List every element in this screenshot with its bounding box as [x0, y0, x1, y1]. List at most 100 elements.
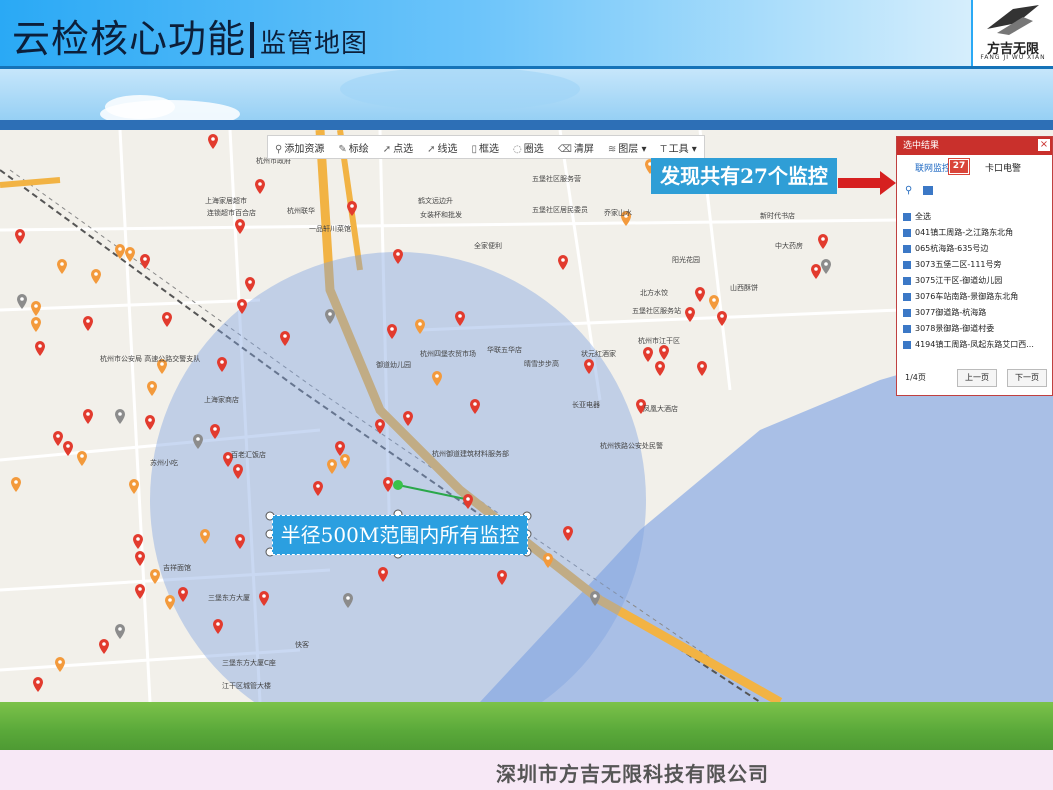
- panel-title: 选中结果: [903, 141, 940, 151]
- camera-marker-dot: [138, 587, 142, 591]
- camera-marker-dot: [38, 344, 42, 348]
- camera-marker-dot: [500, 573, 504, 577]
- surveillance-map[interactable]: 杭州市政府 上海家居超市 连锁超市百合店 杭州联华 一品轩川菜馆 鹤文远边升 女装杯和批发五…: [0, 130, 1053, 702]
- tab-checkpoint-cameras[interactable]: 卡口电警: [985, 161, 1021, 174]
- camera-marker-dot: [102, 642, 106, 646]
- camera-marker-icon[interactable]: [643, 347, 653, 362]
- camera-marker-icon[interactable]: [99, 639, 109, 654]
- camera-marker-icon[interactable]: [255, 179, 265, 194]
- camera-marker-icon[interactable]: [17, 294, 27, 309]
- map-toolbar: ⚲ 添加资源 ✎ 标绘 ➚ 点选 ➚ 线选 ▯ 框选 ◌ 圈选 ⌫ 清屏 ≋ 图层 ▾ T 工具 …: [267, 135, 705, 159]
- camera-marker-icon[interactable]: [347, 201, 357, 216]
- tool-clear-button[interactable]: ⌫ 清屏: [551, 140, 601, 155]
- camera-marker-icon[interactable]: [208, 134, 218, 149]
- camera-marker-dot: [346, 596, 350, 600]
- logo-mark-icon: [987, 5, 1039, 35]
- radius-annotation-label[interactable]: 半径500M范围内所有监控: [272, 515, 528, 555]
- camera-marker-icon[interactable]: [55, 657, 65, 672]
- camera-marker-icon[interactable]: [35, 341, 45, 356]
- camera-marker-icon[interactable]: [709, 295, 719, 310]
- camera-marker-dot: [196, 437, 200, 441]
- camera-marker-dot: [283, 334, 287, 338]
- map-place-label: 凤凰大酒店: [643, 404, 678, 413]
- slide-title-main: 云检核心功能: [12, 17, 247, 61]
- camera-marker-icon[interactable]: [695, 287, 705, 302]
- tab-networked-cameras[interactable]: 联网监控: [915, 161, 951, 174]
- checkbox-checked-icon: [903, 228, 911, 237]
- camera-marker-icon[interactable]: [655, 361, 665, 376]
- camera-marker-icon[interactable]: [30, 316, 42, 332]
- camera-marker-dot: [216, 622, 220, 626]
- camera-marker-icon[interactable]: [57, 259, 67, 274]
- list-item[interactable]: 3077御道路-杭海路: [903, 305, 1034, 321]
- prev-page-button[interactable]: 上一页: [957, 369, 997, 387]
- camera-marker-icon[interactable]: [145, 415, 155, 430]
- camera-marker-icon[interactable]: [140, 254, 150, 269]
- camera-marker-dot: [60, 262, 64, 266]
- camera-marker-icon[interactable]: [165, 595, 175, 610]
- camera-marker-icon[interactable]: [115, 244, 125, 259]
- camera-marker-icon[interactable]: [11, 477, 21, 492]
- camera-marker-dot: [712, 298, 716, 302]
- camera-marker-icon[interactable]: [76, 450, 87, 466]
- camera-marker-dot: [181, 590, 185, 594]
- camera-marker-icon[interactable]: [147, 381, 157, 396]
- search-radius-circle: [150, 252, 646, 702]
- camera-marker-icon[interactable]: [697, 361, 707, 376]
- camera-marker-icon[interactable]: [162, 312, 172, 327]
- list-item[interactable]: 3076车站南路-景御路东北角: [903, 289, 1034, 305]
- list-item[interactable]: 3075江干区-御道幼儿园: [903, 273, 1034, 289]
- list-item[interactable]: 3078景御路-御道村委: [903, 321, 1034, 337]
- next-page-button[interactable]: 下一页: [1007, 369, 1047, 387]
- camera-marker-icon[interactable]: [717, 311, 727, 326]
- camera-marker-icon[interactable]: [83, 316, 93, 331]
- map-place-label: 北方水饺: [640, 288, 668, 297]
- camera-marker-icon[interactable]: [115, 409, 125, 424]
- location-pin-icon[interactable]: ⚲: [905, 185, 912, 196]
- camera-marker-icon[interactable]: [821, 259, 831, 274]
- tool-plot-button[interactable]: ✎ 标绘: [331, 140, 375, 155]
- camera-marker-dot: [86, 412, 90, 416]
- camera-marker-icon[interactable]: [659, 345, 669, 360]
- checkbox-checked-icon: [903, 324, 911, 333]
- camera-marker-icon[interactable]: [818, 234, 828, 249]
- highway-west: [0, 177, 61, 188]
- camera-marker-dot: [262, 594, 266, 598]
- tool-box-select-button[interactable]: ▯ 框选: [465, 140, 507, 155]
- search-center-point[interactable]: [393, 480, 403, 490]
- tool-layers-dropdown[interactable]: ≋ 图层 ▾: [601, 140, 654, 155]
- map-place-label: 全家便利: [474, 241, 502, 250]
- list-item[interactable]: 3073五堡二区-111号旁: [903, 257, 1034, 273]
- camera-marker-icon[interactable]: [15, 229, 25, 244]
- tool-circle-select-button[interactable]: ◌ 圈选: [506, 140, 551, 155]
- close-icon[interactable]: ×: [1038, 139, 1050, 151]
- map-place-label: 杭州四堡农贸市场: [420, 349, 476, 358]
- map-place-label: 三堡东方大厦C座: [222, 658, 276, 667]
- list-item[interactable]: 041镇工周路-之江路东北角: [903, 225, 1034, 241]
- camera-marker-icon[interactable]: [33, 677, 43, 692]
- camera-marker-dot: [561, 258, 565, 262]
- camera-marker-icon[interactable]: [558, 255, 568, 270]
- camera-icon[interactable]: [923, 186, 933, 195]
- camera-marker-icon[interactable]: [811, 264, 821, 279]
- select-all-checkbox[interactable]: 全选: [903, 209, 1034, 225]
- camera-marker-icon[interactable]: [30, 300, 42, 316]
- camera-marker-icon[interactable]: [115, 624, 125, 639]
- camera-marker-dot: [458, 314, 462, 318]
- list-item[interactable]: 4194镇工周路-凤起东路艾口西...: [903, 337, 1034, 353]
- list-item[interactable]: 065杭海路-635号边: [903, 241, 1034, 257]
- camera-marker-icon[interactable]: [53, 431, 63, 446]
- camera-marker-dot: [546, 556, 550, 560]
- camera-marker-icon[interactable]: [245, 277, 255, 292]
- camera-marker-icon[interactable]: [91, 269, 101, 284]
- tool-point-select-button[interactable]: ➚ 点选: [376, 140, 420, 155]
- tool-line-select-button[interactable]: ➚ 线选: [420, 140, 464, 155]
- map-place-label: 乔家山水: [604, 208, 632, 217]
- camera-marker-icon[interactable]: [83, 409, 93, 424]
- tool-add-resource-button[interactable]: ⚲ 添加资源: [268, 140, 331, 155]
- camera-marker-dot: [143, 257, 147, 261]
- tool-tools-dropdown[interactable]: T 工具 ▾: [654, 140, 704, 155]
- camera-count-badge: 27: [948, 158, 970, 175]
- map-place-label: 杭州铁路公安处民警: [600, 441, 663, 450]
- camera-marker-dot: [203, 532, 207, 536]
